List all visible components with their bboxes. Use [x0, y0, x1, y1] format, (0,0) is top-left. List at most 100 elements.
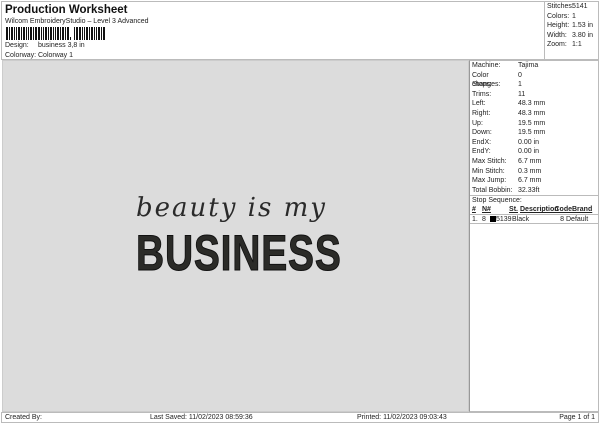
barcode-bar — [91, 27, 93, 40]
info-label: Stitches: — [547, 3, 574, 10]
info-label: Colors: — [547, 12, 570, 20]
info-label: Zoom: — [547, 41, 567, 49]
details-list: Machine: Tajima Color changes: 0 Stops: 1 Trim… — [470, 61, 598, 195]
info-label: EndY: — [472, 148, 491, 156]
info-value: 1 — [572, 12, 576, 20]
barcode-bar — [57, 27, 59, 40]
barcode-bar — [70, 37, 71, 40]
summary-box: Stitches: 5141 Colors: 1 Height: 1.53 in Width… — [544, 1, 599, 60]
barcode-bar — [53, 27, 54, 40]
info-row: Min Stitch: 0.3 mm — [470, 167, 598, 177]
info-label: EndX: — [472, 138, 492, 146]
details-panel: Machine: Tajima Color changes: 0 Stops: 1 Trim… — [469, 60, 599, 412]
barcode-bar — [76, 27, 78, 40]
info-label: Max Stitch: — [472, 157, 507, 165]
info-label: Right: — [472, 109, 491, 117]
barcode-bar — [89, 27, 90, 40]
barcode-bar — [35, 27, 37, 40]
info-value: 1 — [518, 81, 522, 89]
barcode-bar — [33, 27, 34, 40]
stop-sequence-title: Stop Sequence: — [470, 195, 598, 205]
info-label: Machine: — [472, 62, 501, 69]
colorway-row: Colorway: Colorway 1 — [5, 52, 73, 59]
colorway-label: Colorway: — [5, 52, 37, 59]
info-row: Height: 1.53 in — [545, 21, 598, 31]
barcode-bar — [60, 27, 61, 40]
barcode-bar — [38, 27, 40, 40]
info-value: 5141 — [572, 3, 588, 10]
info-value: 19.5 mm — [518, 119, 546, 127]
barcode — [6, 27, 126, 40]
info-value: 48.3 mm — [518, 100, 546, 108]
info-row: Trims: 11 — [470, 90, 598, 100]
color-description: Black — [512, 215, 530, 223]
design-label: Design: — [5, 42, 29, 49]
design-text-block: BUSINESS — [136, 225, 342, 281]
info-row: Stops: 1 — [470, 80, 598, 90]
design-text-script: beauty is my — [136, 193, 327, 223]
info-label: Color changes: — [472, 71, 501, 89]
barcode-bar — [62, 27, 64, 40]
info-row: Stitches: 5141 — [545, 2, 598, 12]
last-saved: Last Saved: 11/02/2023 08:59:36 — [150, 414, 253, 421]
barcode-bar — [41, 27, 42, 40]
info-row: Color changes: 0 — [470, 71, 598, 89]
design-row: Design: business 3,8 in — [5, 42, 85, 49]
info-row: Max Jump: 6.7 mm — [470, 176, 598, 186]
stop-number: 1. — [472, 215, 478, 223]
info-value: 48.3 mm — [518, 109, 546, 117]
column-header: Description — [520, 206, 559, 214]
column-header: Brand — [572, 206, 593, 214]
needle-number: 8 — [482, 215, 486, 223]
info-row: Width: 3.80 in — [545, 31, 598, 41]
barcode-bar — [11, 27, 13, 40]
barcode-bar — [79, 27, 81, 40]
column-header: Code — [554, 206, 573, 214]
info-value: 3.80 in — [572, 31, 594, 39]
barcode-bar — [14, 27, 15, 40]
thread-brand: Default — [566, 215, 589, 223]
footer: Created By: Last Saved: 11/02/2023 08:59… — [1, 412, 599, 423]
stop-sequence-header: # N# St. Description Code Brand — [470, 205, 598, 215]
color-code: 8 — [560, 215, 564, 223]
barcode-bar — [74, 27, 75, 40]
info-label: Down: — [472, 129, 492, 137]
info-row: Up: 19.5 mm — [470, 119, 598, 129]
barcode-bar — [6, 27, 8, 40]
info-label: Left: — [472, 100, 486, 108]
info-label: Max Jump: — [472, 177, 507, 185]
barcode-bar — [103, 27, 105, 40]
barcode-bar — [101, 27, 102, 40]
info-value: 6.7 mm — [518, 177, 542, 185]
worksheet-header: Production Worksheet Wilcom EmbroiderySt… — [1, 1, 545, 60]
info-row: Machine: Tajima — [470, 61, 598, 71]
table-row: 1. 8 5139 Black 8 Default — [470, 215, 598, 225]
info-value: 0.00 in — [518, 148, 540, 156]
info-value: Tajima — [518, 62, 539, 69]
info-value: 6.7 mm — [518, 157, 542, 165]
info-value: 19.5 mm — [518, 129, 546, 137]
stitch-count: 5139 — [496, 215, 512, 223]
barcode-bar — [86, 27, 88, 40]
info-row: Down: 19.5 mm — [470, 128, 598, 138]
info-row: Total Bobbin: 32.33ft — [470, 186, 598, 196]
page-number: Page 1 of 1 — [559, 414, 595, 421]
page-title: Production Worksheet — [5, 4, 128, 16]
barcode-bar — [21, 27, 22, 40]
barcode-bar — [82, 27, 83, 40]
info-label: Trims: — [472, 90, 492, 98]
design-value: business 3,8 in — [38, 42, 85, 49]
barcode-bar — [16, 27, 17, 40]
colorway-value: Colorway 1 — [38, 52, 74, 59]
barcode-bar — [84, 27, 85, 40]
barcode-bar — [26, 27, 27, 40]
column-header: # — [472, 206, 476, 214]
barcode-bar — [65, 27, 66, 40]
barcode-bar — [9, 27, 10, 40]
info-value: 0.3 mm — [518, 167, 542, 175]
info-label: Up: — [472, 119, 483, 127]
info-value: 0 — [518, 71, 522, 79]
info-value: 1.53 in — [572, 22, 594, 30]
barcode-bar — [43, 27, 44, 40]
info-row: Max Stitch: 6.7 mm — [470, 157, 598, 167]
